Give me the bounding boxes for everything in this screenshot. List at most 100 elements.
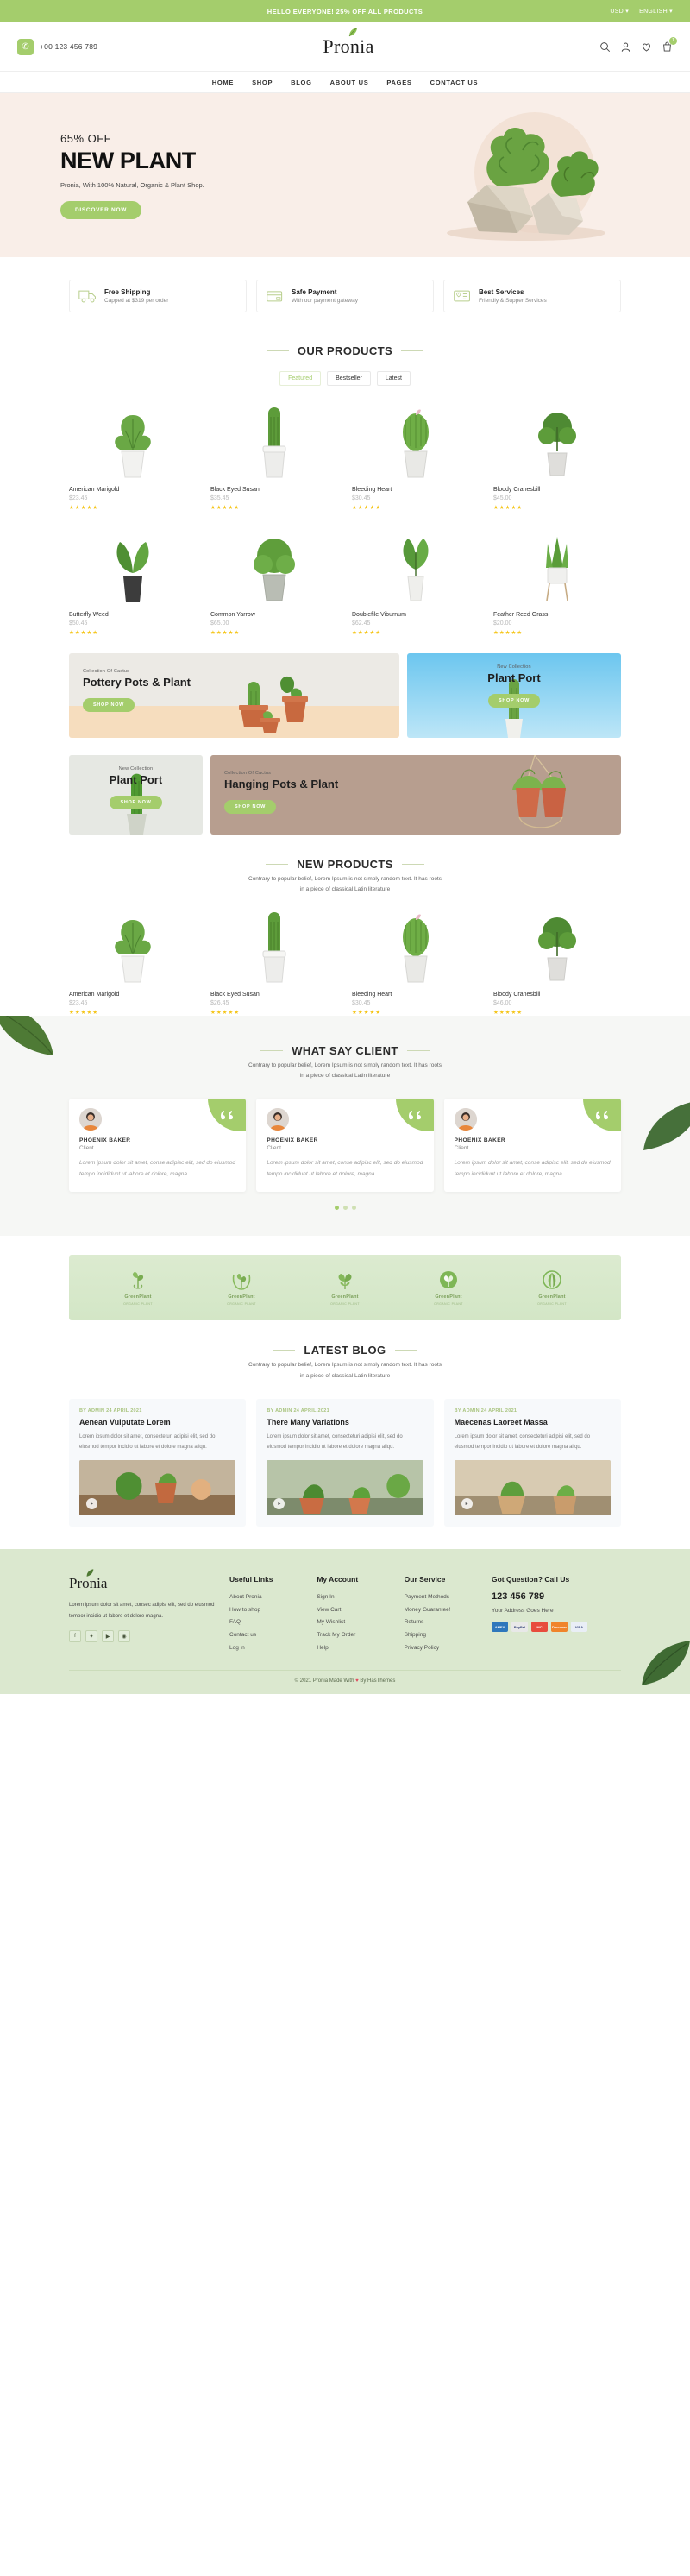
play-icon[interactable]: ▸ bbox=[86, 1498, 97, 1510]
brand-logo[interactable]: GreenPlant ORGANIC PLANT bbox=[537, 1269, 567, 1306]
brand-name: GreenPlant bbox=[228, 1294, 255, 1301]
product-card[interactable]: Common Yarrow $65.00 ★★★★★ bbox=[210, 523, 338, 636]
product-image bbox=[210, 902, 338, 986]
promo-banner-plant-port-1[interactable]: New Collection Plant Port SHOP NOW bbox=[407, 653, 621, 738]
product-card[interactable]: Butterfly Weed $50.45 ★★★★★ bbox=[69, 523, 197, 636]
brand-logo[interactable]: GreenPlant ORGANIC PLANT bbox=[330, 1269, 360, 1306]
language-selector[interactable]: ENGLISH ▾ bbox=[639, 8, 673, 15]
tab-latest[interactable]: Latest bbox=[376, 371, 411, 386]
carousel-dot[interactable] bbox=[342, 1206, 348, 1211]
search-icon[interactable] bbox=[599, 41, 611, 53]
testimonial-text: Lorem ipsum dolor sit amet, conse adipis… bbox=[267, 1160, 423, 1178]
banner-shop-now-button[interactable]: SHOP NOW bbox=[110, 795, 162, 809]
cart-icon[interactable]: 1 bbox=[662, 36, 677, 53]
product-card[interactable]: Bleeding Heart $30.45 ★★★★★ bbox=[352, 902, 480, 1016]
product-rating: ★★★★★ bbox=[493, 630, 524, 636]
product-price: $45.00 bbox=[493, 495, 512, 501]
footer-phone[interactable]: 123 456 789 bbox=[492, 1591, 621, 1602]
footer-link[interactable]: Returns bbox=[405, 1616, 478, 1629]
brand-logo[interactable]: GreenPlant ORGANIC PLANT bbox=[227, 1269, 256, 1306]
facebook-icon[interactable]: f bbox=[69, 1630, 81, 1643]
brand-logo[interactable]: GreenPlant ORGANIC PLANT bbox=[434, 1269, 463, 1306]
banner-eyebrow: Collection Of Cactus bbox=[83, 669, 130, 674]
product-card[interactable]: Black Eyed Susan $35.45 ★★★★★ bbox=[210, 398, 338, 511]
promo-banner-row-1: Collection Of Cactus Pottery Pots & Plan… bbox=[69, 653, 621, 738]
site-logo[interactable]: Pronia bbox=[323, 28, 373, 58]
feature-best-services: Best Services Friendly & Supper Services bbox=[443, 280, 621, 312]
product-card[interactable]: Bloody Cranesbill $45.00 ★★★★★ bbox=[493, 398, 621, 511]
promo-banner-hanging[interactable]: Collection Of Cactus Hanging Pots & Plan… bbox=[210, 755, 621, 835]
product-card[interactable]: Bleeding Heart $30.45 ★★★★★ bbox=[352, 398, 480, 511]
footer-link[interactable]: My Wishlist bbox=[317, 1616, 390, 1629]
banner-shop-now-button[interactable]: SHOP NOW bbox=[224, 799, 277, 814]
product-card[interactable]: American Marigold $23.45 ★★★★★ bbox=[69, 902, 197, 1016]
carousel-dot[interactable] bbox=[334, 1206, 339, 1211]
header-phone[interactable]: ✆ +00 123 456 789 bbox=[17, 38, 97, 55]
footer-link[interactable]: Sign In bbox=[317, 1591, 390, 1604]
blog-card[interactable]: BY ADMIN 24 APRIL 2021 There Many Variati… bbox=[256, 1399, 434, 1527]
carousel-dot[interactable] bbox=[351, 1206, 356, 1211]
twitter-icon[interactable]: ✦ bbox=[85, 1630, 97, 1643]
currency-selector[interactable]: USD ▾ bbox=[610, 8, 629, 15]
payment-icon: Discover bbox=[550, 1622, 568, 1633]
tab-bestseller[interactable]: Bestseller bbox=[327, 371, 371, 386]
blog-title: There Many Variations bbox=[267, 1418, 349, 1427]
footer-link[interactable]: Contact us bbox=[229, 1629, 303, 1642]
footer-link[interactable]: View Cart bbox=[317, 1604, 390, 1617]
product-rating: ★★★★★ bbox=[210, 1009, 241, 1016]
brand-logo[interactable]: GreenPlant ORGANIC PLANT bbox=[123, 1269, 153, 1306]
footer-link[interactable]: Money Guarantee! bbox=[405, 1604, 478, 1617]
nav-item-about-us[interactable]: ABOUT US bbox=[330, 79, 369, 86]
product-card[interactable]: American Marigold $23.45 ★★★★★ bbox=[69, 398, 197, 511]
nav-item-home[interactable]: HOME bbox=[212, 79, 234, 86]
product-card[interactable]: Black Eyed Susan $26.45 ★★★★★ bbox=[210, 902, 338, 1016]
nav-item-blog[interactable]: BLOG bbox=[291, 79, 311, 86]
product-rating: ★★★★★ bbox=[493, 505, 524, 511]
user-icon[interactable] bbox=[620, 41, 631, 53]
section-title: LATEST BLOG bbox=[273, 1344, 417, 1357]
features-bar: Free Shipping Capped at $319 per order S… bbox=[69, 257, 621, 321]
product-price: $30.45 bbox=[352, 999, 371, 1006]
footer-link[interactable]: Payment Methods bbox=[405, 1591, 478, 1604]
tab-featured[interactable]: Featured bbox=[279, 371, 322, 386]
nav-item-shop[interactable]: SHOP bbox=[252, 79, 273, 86]
footer-logo[interactable]: Pronia bbox=[69, 1569, 107, 1592]
promo-banner-plant-port-2[interactable]: New Collection Plant Port SHOP NOW bbox=[69, 755, 203, 835]
promo-banner-pottery[interactable]: Collection Of Cactus Pottery Pots & Plan… bbox=[69, 653, 399, 738]
footer-link[interactable]: How to shop bbox=[229, 1604, 303, 1617]
footer-link[interactable]: FAQ bbox=[229, 1616, 303, 1629]
product-price: $23.45 bbox=[69, 495, 88, 501]
blog-card[interactable]: BY ADMIN 24 APRIL 2021 Aenean Vulputate L… bbox=[69, 1399, 247, 1527]
instagram-icon[interactable]: ◉ bbox=[118, 1630, 130, 1643]
nav-item-pages[interactable]: PAGES bbox=[386, 79, 411, 86]
product-price: $26.45 bbox=[210, 999, 229, 1006]
product-card[interactable]: Bloody Cranesbill $46.00 ★★★★★ bbox=[493, 902, 621, 1016]
play-icon[interactable]: ▸ bbox=[461, 1498, 473, 1510]
blog-card[interactable]: BY ADMIN 24 APRIL 2021 Maecenas Laoreet M… bbox=[443, 1399, 621, 1527]
latest-blog-heading: LATEST BLOG Contrary to popular belief, … bbox=[69, 1320, 621, 1389]
footer-link[interactable]: Track My Order bbox=[317, 1629, 390, 1642]
testimonial-author: PHOENIX BAKER bbox=[79, 1137, 131, 1144]
product-card[interactable]: Feather Reed Grass $20.00 ★★★★★ bbox=[493, 523, 621, 636]
footer-link[interactable]: Privacy Policy bbox=[405, 1642, 478, 1655]
footer-link[interactable]: Log in bbox=[229, 1642, 303, 1655]
hero-cta-button[interactable]: DISCOVER NOW bbox=[60, 200, 142, 219]
footer-heading: Got Question? Call Us bbox=[491, 1575, 570, 1584]
youtube-icon[interactable]: ▶ bbox=[102, 1630, 114, 1643]
footer-link[interactable]: Shipping bbox=[405, 1629, 478, 1642]
banner-shop-now-button[interactable]: SHOP NOW bbox=[487, 693, 541, 708]
blog-title: Aenean Vulputate Lorem bbox=[79, 1418, 171, 1427]
footer-link[interactable]: Help bbox=[317, 1642, 390, 1655]
brand-name: GreenPlant bbox=[538, 1294, 566, 1301]
product-name: Doublefile Viburnum bbox=[352, 612, 406, 618]
product-name: Bleeding Heart bbox=[352, 991, 392, 998]
product-image bbox=[210, 398, 338, 481]
avatar bbox=[267, 1108, 290, 1131]
new-products-heading: NEW PRODUCTS Contrary to popular belief,… bbox=[69, 835, 621, 903]
product-image bbox=[493, 398, 621, 481]
wishlist-icon[interactable] bbox=[641, 41, 652, 53]
banner-shop-now-button[interactable]: SHOP NOW bbox=[83, 697, 135, 712]
footer-link[interactable]: About Pronia bbox=[229, 1591, 303, 1604]
product-card[interactable]: Doublefile Viburnum $62.45 ★★★★★ bbox=[352, 523, 480, 636]
nav-item-contact-us[interactable]: CONTACT US bbox=[430, 79, 479, 86]
